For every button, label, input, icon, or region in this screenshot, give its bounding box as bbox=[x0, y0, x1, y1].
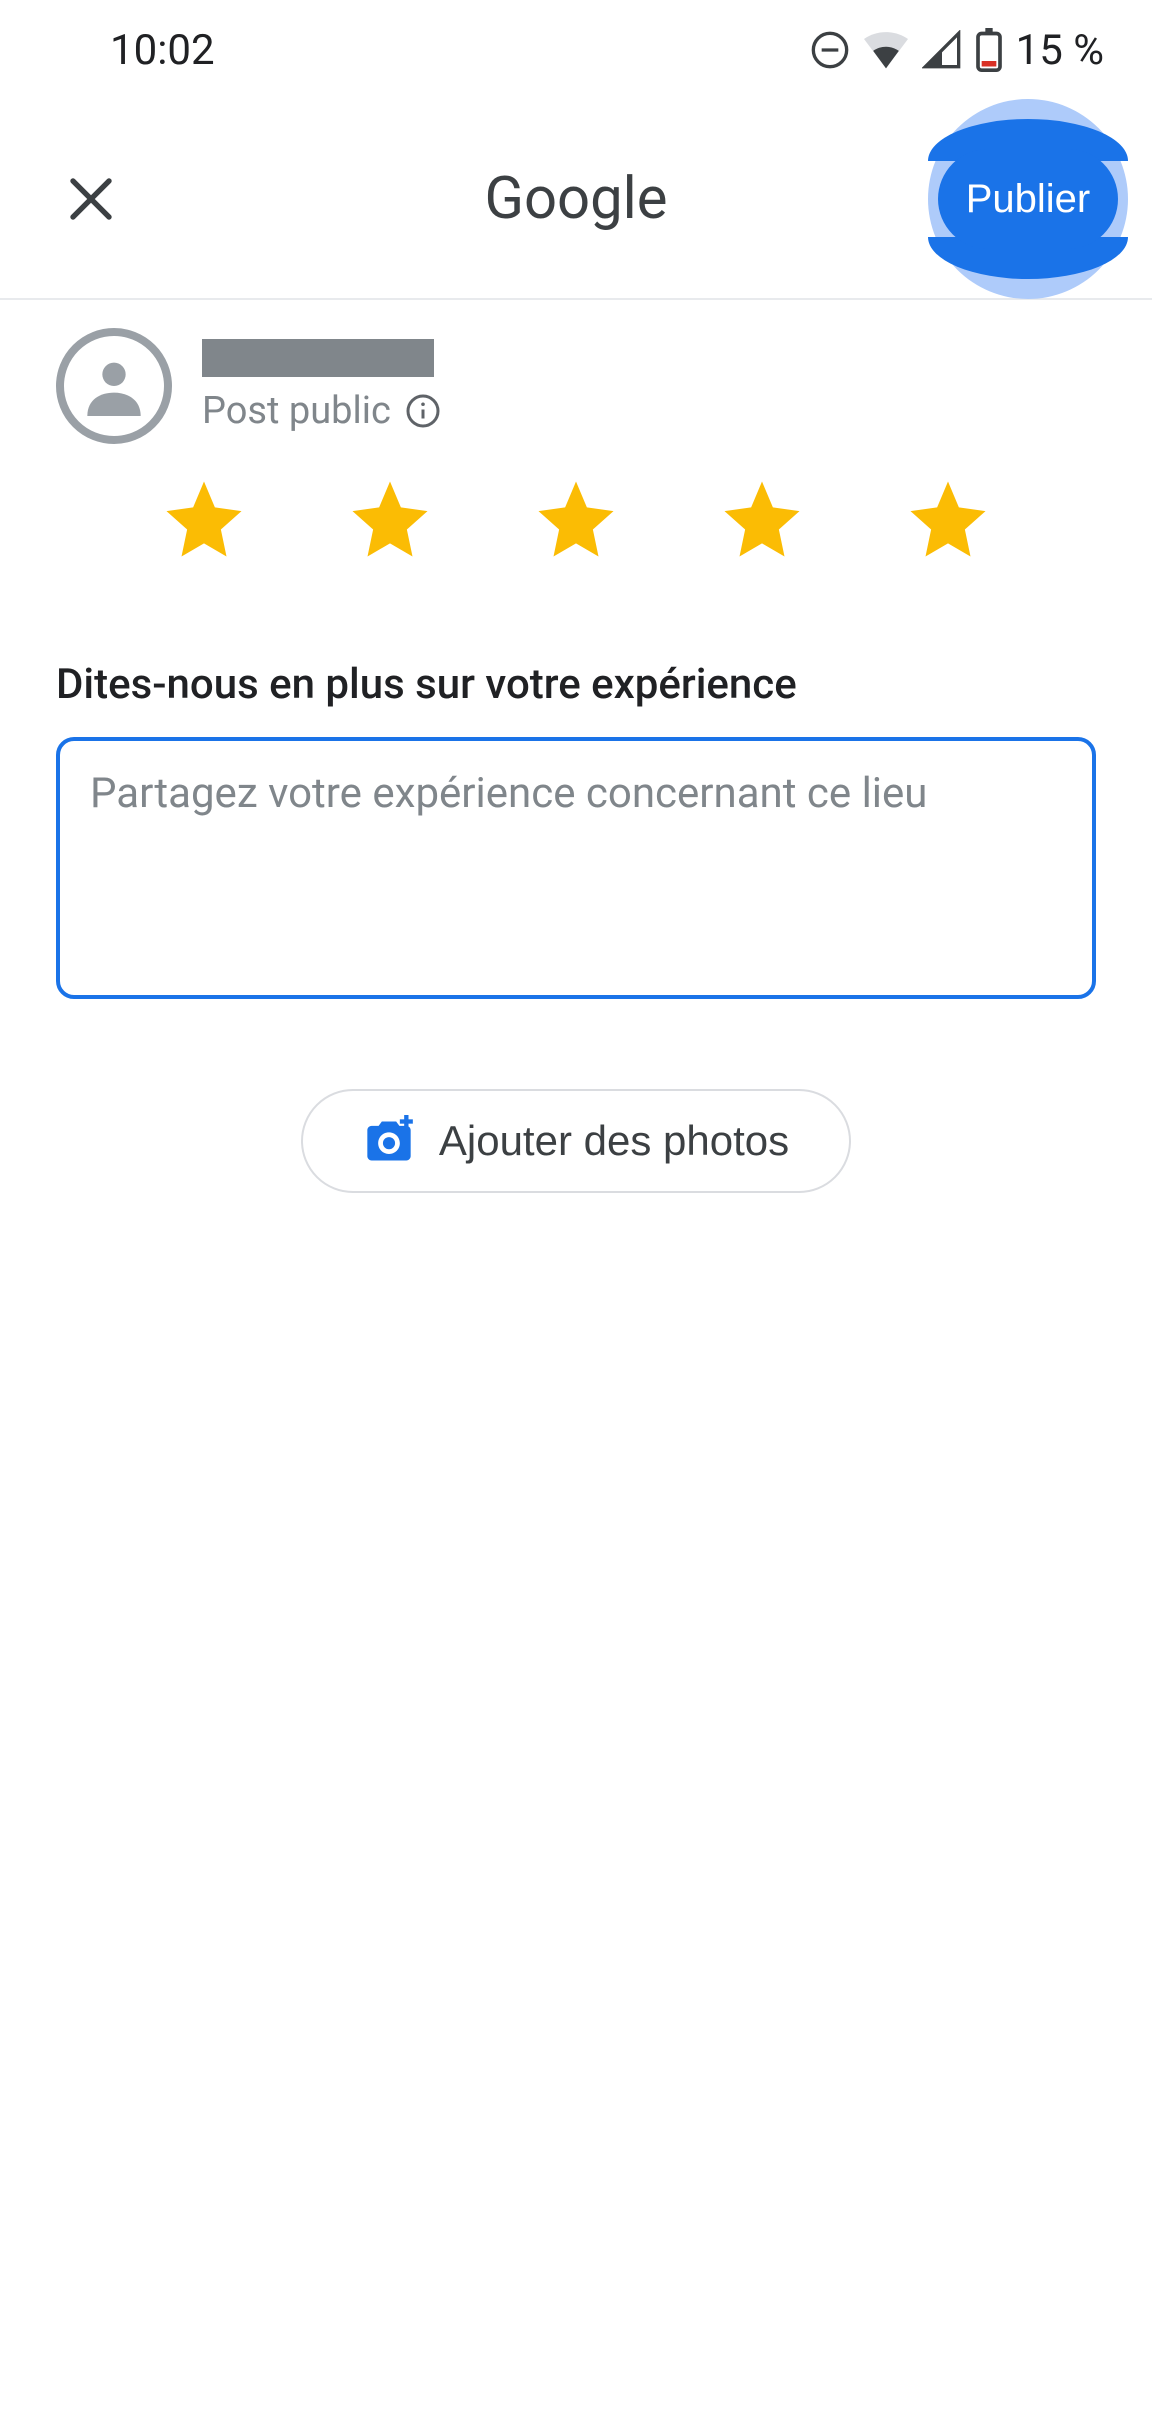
dnd-icon bbox=[810, 30, 850, 70]
battery-icon bbox=[976, 28, 1002, 72]
add-photos-wrap: Ajouter des photos bbox=[0, 1003, 1152, 1193]
add-photos-label: Ajouter des photos bbox=[439, 1117, 789, 1165]
post-visibility-row[interactable]: Post public bbox=[202, 389, 441, 433]
review-prompt: Dites-nous en plus sur votre expérience bbox=[0, 604, 1152, 737]
battery-percent: 15 % bbox=[1016, 26, 1104, 75]
star-1[interactable] bbox=[159, 474, 249, 564]
info-icon bbox=[405, 393, 441, 429]
camera-add-icon bbox=[363, 1115, 415, 1167]
user-meta: Post public bbox=[202, 339, 441, 433]
add-photos-button[interactable]: Ajouter des photos bbox=[301, 1089, 851, 1193]
review-textarea[interactable] bbox=[56, 737, 1096, 999]
publish-label: Publier bbox=[966, 177, 1091, 222]
star-4[interactable] bbox=[717, 474, 807, 564]
user-row: Post public bbox=[0, 300, 1152, 444]
post-visibility-label: Post public bbox=[202, 389, 391, 433]
cell-signal-icon bbox=[922, 30, 962, 70]
close-icon bbox=[64, 172, 118, 226]
publish-button[interactable]: Publier bbox=[938, 149, 1118, 249]
star-2[interactable] bbox=[345, 474, 435, 564]
avatar-placeholder-icon bbox=[74, 346, 154, 426]
star-rating bbox=[0, 444, 1152, 604]
close-button[interactable] bbox=[56, 164, 126, 234]
review-textarea-wrap bbox=[0, 737, 1152, 1003]
app-bar: Google Publier bbox=[0, 100, 1152, 300]
wifi-icon bbox=[864, 30, 908, 70]
publish-highlight: Publier bbox=[928, 99, 1128, 299]
avatar bbox=[56, 328, 172, 444]
status-time: 10:02 bbox=[110, 26, 215, 75]
status-right: 15 % bbox=[810, 26, 1104, 75]
star-3[interactable] bbox=[531, 474, 621, 564]
status-bar: 10:02 15 % bbox=[0, 0, 1152, 100]
user-name-redacted bbox=[202, 339, 434, 377]
star-5[interactable] bbox=[903, 474, 993, 564]
